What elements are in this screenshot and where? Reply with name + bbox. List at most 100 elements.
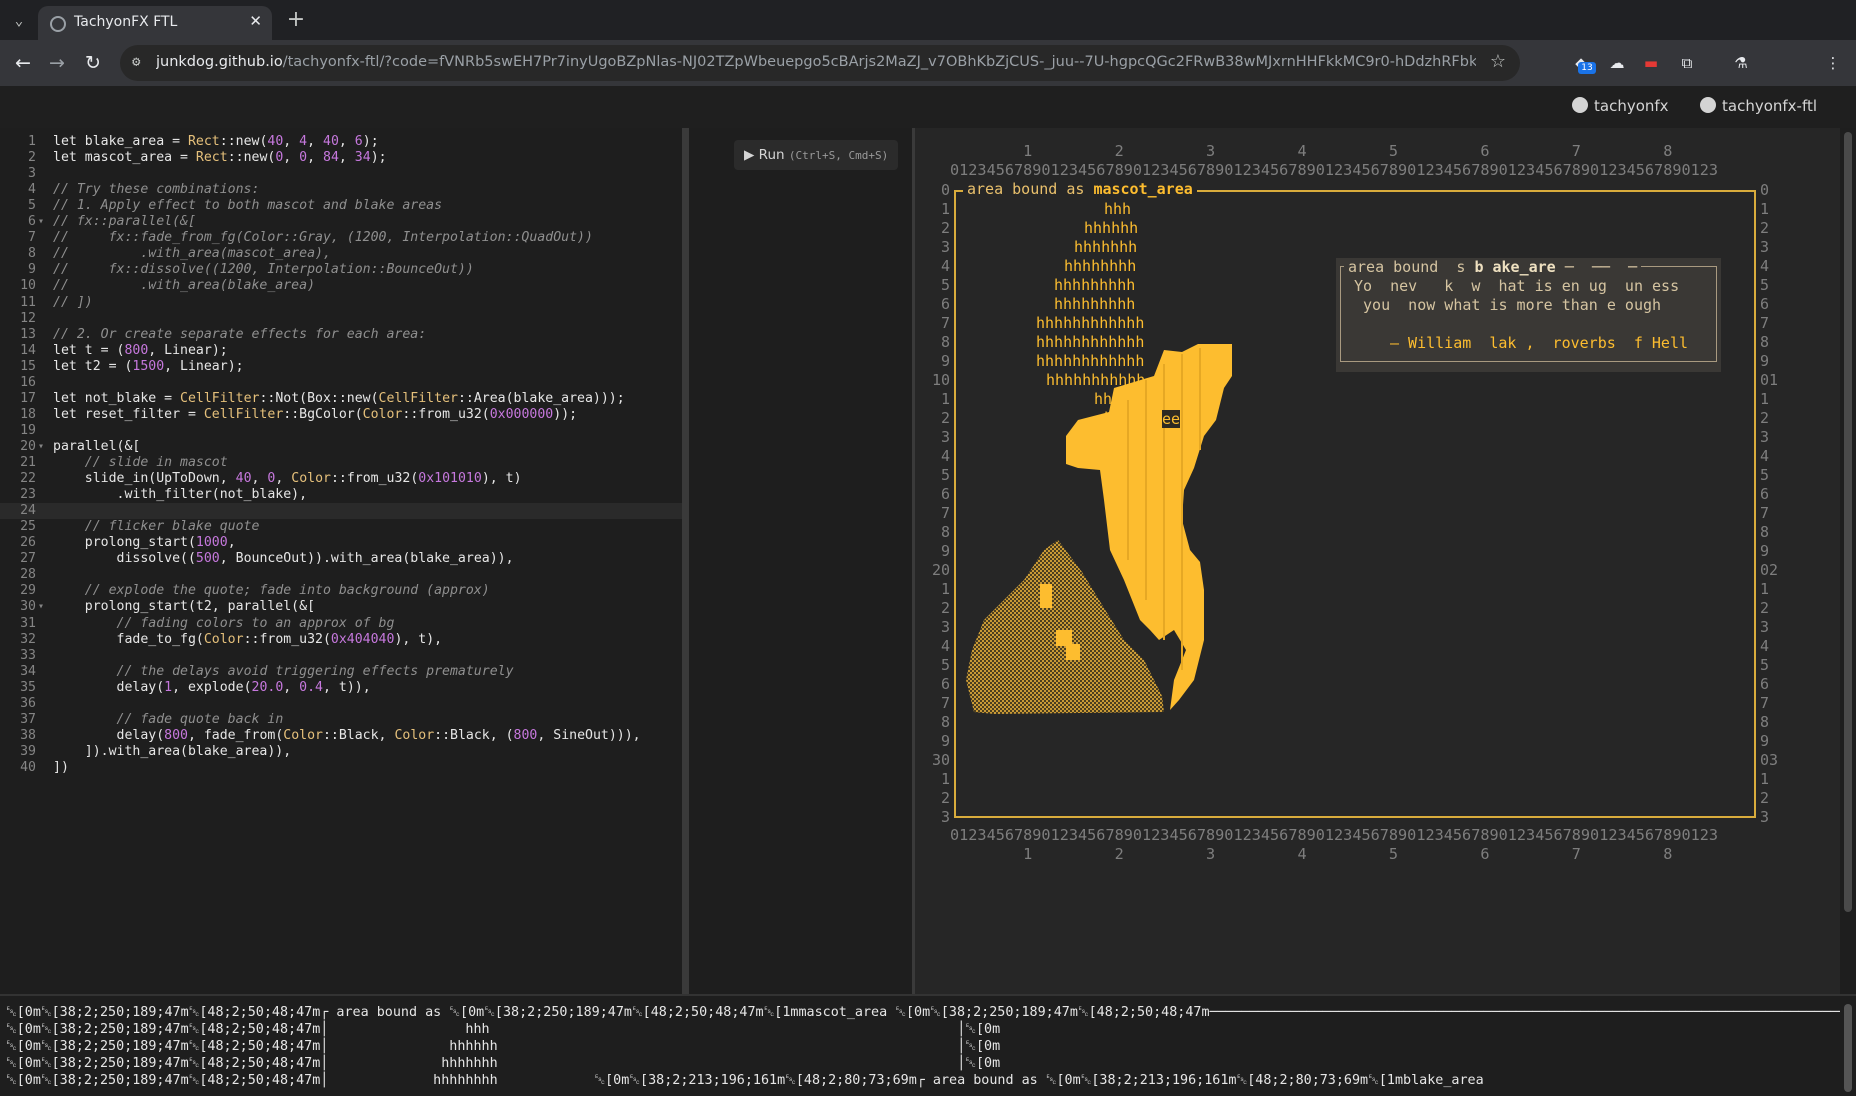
code-line[interactable]: 15 let t2 = (1500, Linear); (0, 359, 682, 375)
kebab-icon[interactable]: ⋮ (1822, 52, 1844, 74)
code-line[interactable]: 3 (0, 166, 682, 182)
row-label: 1 (1760, 580, 1770, 598)
code-line[interactable]: 19 (0, 423, 682, 439)
row-label: 9 (1760, 732, 1770, 750)
code-line[interactable]: 10 // .with_area(blake_area) (0, 278, 682, 294)
run-button[interactable]: ▶ Run (Ctrl+S, Cmd+S) (734, 140, 898, 170)
close-icon[interactable]: ✕ (249, 12, 262, 30)
line-number: 37 (20, 711, 36, 727)
code-line[interactable]: 4 // Try these combinations: (0, 182, 682, 198)
row-label: 7 (940, 694, 950, 712)
code-line[interactable]: 40]) (0, 760, 682, 776)
code-line[interactable]: 31 // fading colors to an approx of bg (0, 616, 682, 632)
code-line[interactable]: 36 (0, 696, 682, 712)
code-line[interactable]: 20 ▾ parallel(&[ (0, 439, 682, 455)
fold-chevron-icon[interactable]: ▾ (38, 599, 44, 615)
browser-tab[interactable]: TachyonFX FTL ✕ (38, 6, 272, 40)
back-icon[interactable]: ← (10, 50, 36, 76)
address-bar[interactable]: ⚙ junkdog.github.io/tachyonfx-ftl/?code=… (120, 45, 1520, 81)
code-line[interactable]: 13 // 2. Or create separate effects for e… (0, 327, 682, 343)
preview-scrollbar[interactable] (1840, 128, 1856, 994)
row-label: 9 (940, 542, 950, 560)
code-line[interactable]: 21 // slide in mascot (0, 455, 682, 471)
code-line[interactable]: 16 (0, 375, 682, 391)
row-label: 6 (1760, 295, 1770, 313)
ruler-top-tens: 1 2 3 4 5 6 7 8 (950, 142, 1673, 160)
code-line[interactable]: 32 fade_to_fg(Color::from_u32(0x404040),… (0, 632, 682, 648)
url-text[interactable]: junkdog.github.io/tachyonfx-ftl/?code=fV… (156, 54, 1476, 70)
code-line[interactable]: 25 // flicker blake quote (0, 519, 682, 535)
code-line[interactable]: 6 ▾ // fx::parallel(&[ (0, 214, 682, 230)
code-line[interactable]: 39 ]).with_area(blake_area)), (0, 744, 682, 760)
line-number: 5 (28, 198, 36, 214)
row-label: 6 (1760, 675, 1770, 693)
line-number: 21 (20, 455, 36, 470)
code-text: delay(800, fade_from(Color::Black, Color… (53, 727, 641, 743)
code-line[interactable]: 17 let not_blake = CellFilter::Not(Box::n… (0, 391, 682, 407)
code-text: ]).with_area(blake_area)), (53, 743, 292, 759)
ansi-output-line: ␛[0m␛[38;2;250;189;47m␛[48;2;50;48;47m┌ … (6, 1005, 1856, 1020)
row-label: 1 (940, 200, 950, 218)
mascot-spot (1056, 630, 1072, 646)
line-number: 3 (28, 166, 36, 182)
code-line[interactable]: 29 // explode the quote; fade into backg… (0, 583, 682, 599)
reload-icon[interactable]: ↻ (80, 50, 106, 76)
code-line[interactable]: 33 (0, 648, 682, 664)
row-label: 2 (940, 789, 950, 807)
code-line[interactable]: 2 let mascot_area = Rect::new(0, 0, 84, 3… (0, 150, 682, 166)
code-line[interactable]: 24 (0, 503, 682, 520)
github-link-tachyonfx-ftl[interactable]: tachyonfx-ftl (1700, 97, 1817, 115)
row-label: 1 (940, 580, 950, 598)
code-line[interactable]: 27 dissolve((500, BounceOut)).with_area(… (0, 551, 682, 567)
row-label: 7 (1760, 314, 1770, 332)
github-link-tachyonfx[interactable]: tachyonfx (1572, 97, 1669, 115)
code-line[interactable]: 8 // .with_area(mascot_area), (0, 246, 682, 262)
code-line[interactable]: 34 // the delays avoid triggering effect… (0, 664, 682, 680)
ruler-top-units: 0123456789012345678901234567890123456789… (950, 161, 1719, 179)
line-number: 35 (20, 679, 36, 695)
code-line[interactable]: 38 delay(800, fade_from(Color::Black, Co… (0, 728, 682, 744)
chevron-down-icon[interactable]: ⌄ (8, 10, 30, 32)
code-line[interactable]: 37 // fade quote back in (0, 712, 682, 728)
row-label: 3 (940, 618, 950, 636)
editor-splitter[interactable] (682, 128, 689, 994)
row-label: 6 (1760, 485, 1770, 503)
code-line[interactable]: 35 delay(1, explode(20.0, 0.4, t)), (0, 680, 682, 696)
code-line[interactable]: 22 slide_in(UpToDown, 40, 0, Color::from… (0, 471, 682, 487)
ansi-output-scrollbar[interactable] (1840, 996, 1856, 1096)
code-text: // fx::parallel(&[ (53, 214, 196, 230)
code-line[interactable]: 1 let blake_area = Rect::new(40, 4, 40, 6… (0, 134, 682, 150)
code-line[interactable]: 7 // fx::fade_from_fg(Color::Gray, (1200,… (0, 230, 682, 246)
fold-chevron-icon[interactable]: ▾ (38, 439, 44, 455)
tab-strip: ⌄ TachyonFX FTL ✕ + (0, 0, 1856, 40)
star-icon[interactable]: ☆ (1490, 51, 1506, 72)
line-number: 2 (28, 150, 36, 166)
row-label: 8 (940, 523, 950, 541)
extension-icon[interactable]: ⧉ (1676, 52, 1698, 74)
code-line[interactable]: 9 // fx::dissolve((1200, Interpolation::B… (0, 262, 682, 278)
fold-chevron-icon[interactable]: ▾ (38, 214, 44, 230)
forward-icon[interactable]: → (44, 50, 70, 76)
mascot-hair-row: hhh (1104, 200, 1132, 218)
code-line[interactable]: 23 .with_filter(not_blake), (0, 487, 682, 503)
code-line[interactable]: 30 ▾ prolong_start(t2, parallel(&[ (0, 599, 682, 615)
code-line[interactable]: 5 // 1. Apply effect to both mascot and b… (0, 198, 682, 214)
code-text: // fx::dissolve((1200, Interpolation::Bo… (53, 262, 474, 278)
ansi-output-panel[interactable]: ␛[0m␛[38;2;250;189;47m␛[48;2;50;48;47m┌ … (0, 994, 1856, 1096)
row-label: 8 (1760, 713, 1770, 731)
mascot-spot (1066, 644, 1080, 660)
code-line[interactable]: 12 (0, 311, 682, 327)
code-line[interactable]: 28 (0, 567, 682, 583)
lab-icon[interactable]: ⚗ (1730, 52, 1752, 74)
code-line[interactable]: 11 // ]) (0, 295, 682, 311)
mascot-eye: ee (1162, 410, 1181, 428)
row-label: 8 (1760, 333, 1770, 351)
code-line[interactable]: 18 let reset_filter = CellFilter::BgColor… (0, 407, 682, 423)
code-editor[interactable]: 1 let blake_area = Rect::new(40, 4, 40, 6… (0, 128, 682, 994)
tune-icon[interactable]: ⚙ (132, 54, 140, 70)
plus-icon[interactable]: + (282, 6, 310, 34)
code-line[interactable]: 14 let t = (800, Linear); (0, 343, 682, 359)
extension-icon[interactable]: ▬ (1640, 52, 1662, 74)
extension-icon[interactable]: ☁ (1606, 52, 1628, 74)
code-line[interactable]: 26 prolong_start(1000, (0, 535, 682, 551)
